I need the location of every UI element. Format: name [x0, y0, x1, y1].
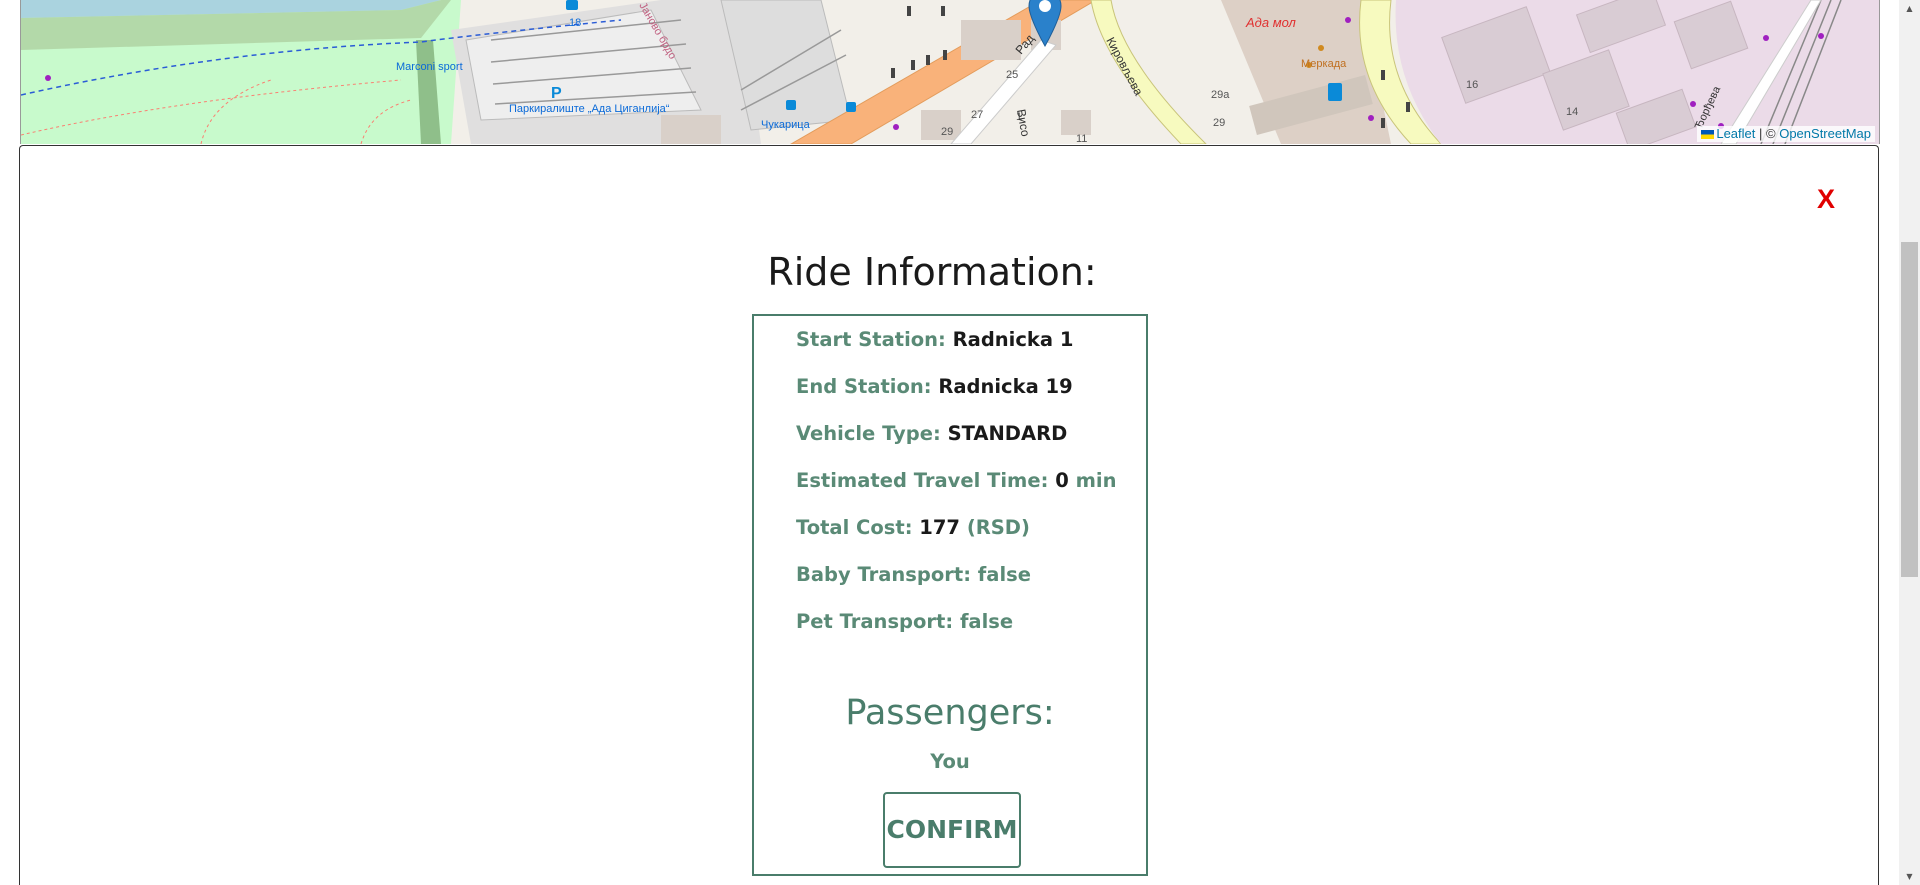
map-label-16: 16 [1466, 79, 1478, 91]
travel-time-label: Estimated Travel Time: [796, 469, 1049, 492]
map-label-11: 11 [1076, 133, 1087, 144]
vehicle-type-value: STANDARD [947, 422, 1068, 445]
pet-transport-row: Pet Transport: false [796, 610, 1013, 633]
openstreetmap-link[interactable]: OpenStreetMap [1779, 126, 1871, 141]
page-scrollbar[interactable]: ▲ ▼ [1899, 0, 1920, 885]
attribution-separator: | © [1759, 126, 1776, 141]
travel-time-value: 0 [1055, 469, 1069, 492]
map-label-29a: 29а [1211, 89, 1230, 101]
scroll-up-arrow-icon[interactable]: ▲ [1899, 0, 1920, 17]
map[interactable]: 18 Marconi sport P Паркиралиште „Ада Циг… [20, 0, 1880, 144]
map-tiles[interactable]: 18 Marconi sport P Паркиралиште „Ада Циг… [21, 0, 1879, 144]
vehicle-type-row: Vehicle Type: STANDARD [796, 422, 1067, 445]
end-station-row: End Station: Radnicka 19 [796, 375, 1073, 398]
page: 18 Marconi sport P Паркиралиште „Ада Циг… [0, 0, 1920, 885]
map-label-14: 14 [1566, 106, 1578, 118]
map-label-27: 27 [971, 109, 983, 121]
close-button[interactable]: X [1811, 182, 1841, 216]
map-label-29b: 29 [941, 126, 953, 138]
map-label-25: 25 [1006, 69, 1018, 81]
passenger-item: You [930, 750, 970, 773]
scrollbar-thumb[interactable] [1901, 242, 1918, 577]
passengers-title: Passengers: [845, 693, 1055, 733]
svg-text:P: P [551, 85, 562, 102]
map-label-ada-mall: Ада мол [1245, 15, 1297, 30]
start-station-value: Radnicka 1 [952, 328, 1074, 351]
total-cost-currency: (RSD) [966, 516, 1030, 539]
leaflet-link[interactable]: Leaflet [1716, 126, 1755, 141]
baby-transport-label: Baby Transport: [796, 563, 971, 586]
map-label-marconi: Marconi sport [396, 61, 463, 73]
baby-transport-row: Baby Transport: false [796, 563, 1031, 586]
total-cost-label: Total Cost: [796, 516, 913, 539]
ride-info-modal: X Ride Information: Start Station: Radni… [19, 145, 1879, 885]
ukraine-flag-icon [1701, 130, 1715, 139]
map-attribution: Leaflet | © OpenStreetMap [1697, 126, 1875, 142]
travel-time-row: Estimated Travel Time: 0 min [796, 469, 1116, 492]
baby-transport-value: false [977, 563, 1031, 586]
map-label-29: 29 [1213, 117, 1225, 129]
map-label-parking: Паркиралиште „Ада Циганлија“ [509, 103, 670, 115]
scroll-down-arrow-icon[interactable]: ▼ [1899, 868, 1920, 885]
end-station-label: End Station: [796, 375, 932, 398]
map-label-merkada: Меркада [1301, 58, 1347, 70]
modal-title: Ride Information: [767, 250, 1097, 294]
ride-info-box: Start Station: Radnicka 1 End Station: R… [752, 314, 1148, 876]
start-station-row: Start Station: Radnicka 1 [796, 328, 1073, 351]
pet-transport-value: false [959, 610, 1014, 633]
confirm-button[interactable]: CONFIRM [883, 792, 1021, 868]
total-cost-value: 177 [919, 516, 961, 539]
travel-time-unit: min [1075, 469, 1117, 492]
end-station-value: Radnicka 19 [938, 375, 1073, 398]
start-station-label: Start Station: [796, 328, 946, 351]
map-label-cukarica: Чукарица [761, 119, 811, 131]
vehicle-type-label: Vehicle Type: [796, 422, 941, 445]
pet-transport-label: Pet Transport: [796, 610, 954, 633]
map-label-bus-18: 18 [569, 17, 581, 29]
total-cost-row: Total Cost: 177 (RSD) [796, 516, 1030, 539]
